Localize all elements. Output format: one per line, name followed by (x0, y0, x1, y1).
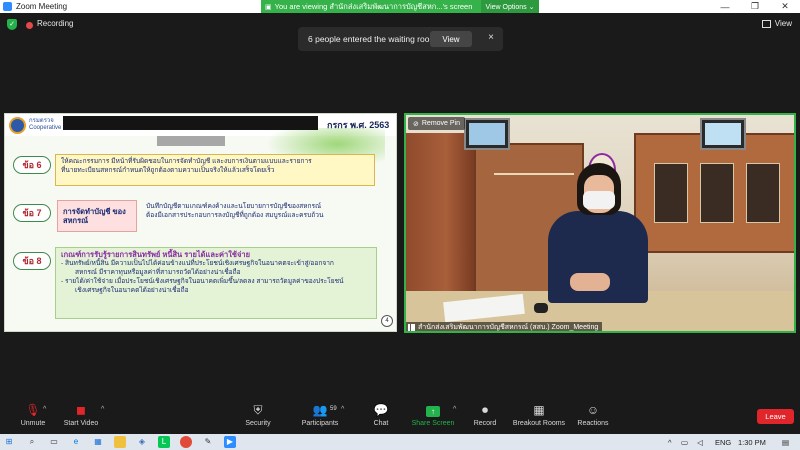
grid-layout-icon (761, 19, 771, 28)
emoji-plus-icon: ☺ (586, 403, 600, 417)
notification-icon[interactable]: ▤ (782, 434, 789, 450)
item-7-line-2: ต้องมีเอกสารประกอบการลงบัญชีที่ถูกต้อง ส… (146, 212, 324, 219)
waiting-room-view-button[interactable]: View (430, 31, 472, 47)
shield-icon: ⛨ (253, 403, 263, 417)
zoom-window: Zoom Meeting — ❐ ✕ ▣ You are viewing สำน… (0, 0, 800, 450)
network-icon[interactable]: ▭ (681, 434, 688, 450)
item-8-line-1: - สินทรัพย์/หนี้สิน มีความเป็นไปได้ค่อนข… (61, 260, 334, 267)
app-grid-icon[interactable]: ▦ (92, 436, 104, 448)
view-layout-button[interactable]: View (761, 19, 792, 28)
task-view-icon[interactable]: ▭ (48, 436, 60, 448)
item-8-box: เกณฑ์การรับรู้รายการสินทรัพย์ หนี้สิน รา… (55, 247, 377, 319)
item-6-box: ให้คณะกรรมการ มีหน้าที่รับผิดชอบในการจัด… (55, 154, 375, 186)
item-7-label: ข้อ 7 (13, 204, 51, 222)
remove-pin-button[interactable]: ⊘ Remove Pin (408, 117, 466, 130)
store-icon[interactable]: ◈ (136, 436, 148, 448)
share-lock-icon: ▣ (265, 3, 272, 11)
signal-bars-icon (408, 324, 415, 331)
leave-meeting-button[interactable]: Leave (757, 409, 794, 424)
file-explorer-icon[interactable] (114, 436, 126, 448)
title-redaction-bar (63, 116, 318, 130)
audio-options-chevron-icon[interactable]: ^ (43, 406, 46, 413)
participants-count: 59 (330, 406, 337, 412)
line-app-icon[interactable]: L (158, 436, 170, 448)
item-6-label: ข้อ 6 (13, 156, 51, 174)
active-speaker-video[interactable]: ⊘ Remove Pin สำนักส่งเสริมพัฒนาการบัญชีส… (404, 113, 796, 333)
cad-logo-icon (9, 117, 26, 134)
encryption-shield-icon[interactable]: ✓ (7, 19, 17, 30)
recording-label: Recording (37, 19, 74, 28)
waiting-room-notification: 6 people entered the waiting room View × (298, 27, 503, 51)
item-8-line-4: เชิงเศรษฐกิจในอนาคตได้อย่างน่าเชื่อถือ (75, 287, 189, 294)
recording-dot-icon (26, 22, 33, 29)
reactions-button[interactable]: ☺ Reactions (560, 402, 626, 432)
item-6-line-1: ให้คณะกรรมการ มีหน้าที่รับผิดชอบในการจัด… (61, 158, 312, 165)
slide-year-title: กรกร พ.ศ. 2563 (327, 120, 390, 130)
item-8-line-2: สหกรณ์ มีราคาทุนหรือมูลค่าที่สามารถวัดได… (75, 269, 241, 276)
windows-taskbar: ⊞ ⌕ ▭ e ▦ ◈ L ✎ ▶ ^ ▭ ◁ ENG 1:30 PM ▤ (0, 434, 800, 450)
close-window-button[interactable]: ✕ (770, 0, 800, 13)
view-label: View (774, 19, 792, 28)
edge-browser-icon[interactable]: e (70, 436, 82, 448)
item-7-box: บันทึกบัญชีตามเกณฑ์คงค้างและนโยบายการบัญ… (141, 200, 375, 232)
grey-placeholder-bar (157, 136, 225, 146)
chrome-icon[interactable] (180, 436, 192, 448)
video-options-chevron-icon[interactable]: ^ (101, 406, 104, 413)
taskbar-clock[interactable]: 1:30 PM (738, 434, 766, 450)
slide-page-number: 4 (381, 315, 393, 327)
tray-chevron-icon[interactable]: ^ (668, 434, 672, 450)
window-title: Zoom Meeting (16, 2, 68, 11)
view-options-button[interactable]: View Options ⌄ (481, 0, 539, 13)
share-banner-text: You are viewing สำนักส่งเสริมพัฒนาการบัญ… (274, 1, 473, 11)
item-8-title: เกณฑ์การรับรู้รายการสินทรัพย์ หนี้สิน รา… (61, 250, 250, 259)
right-cabinet (634, 133, 796, 253)
presenter (542, 153, 652, 303)
participants-chevron-icon[interactable]: ^ (341, 406, 344, 413)
maximize-button[interactable]: ❐ (740, 0, 770, 13)
right-monitor (700, 118, 746, 150)
minimize-button[interactable]: — (710, 0, 740, 13)
item-8-label: ข้อ 8 (13, 252, 51, 270)
security-button[interactable]: ⛨ Security (225, 402, 291, 432)
shared-screen-slide: กรมตรวจ Cooperative กรกร พ.ศ. 2563 ข้อ 6… (4, 113, 397, 332)
pin-icon: ⊘ (413, 120, 419, 128)
close-notification-icon[interactable]: × (488, 32, 494, 43)
meeting-toolbar: 🎙 Unmute ^ ◼ Start Video ^ ⛨ Security 👥 … (0, 400, 800, 434)
zoom-taskbar-icon[interactable]: ▶ (224, 436, 236, 448)
slide-org-name: กรมตรวจ Cooperative (29, 118, 62, 131)
windows-start-icon[interactable]: ⊞ (3, 436, 15, 448)
screen-share-banner: ▣ You are viewing สำนักส่งเสริมพัฒนาการบ… (261, 0, 539, 13)
item-6-line-2: ที่นายทะเบียนสหกรณ์กำหนดให้ถูกต้องตามควา… (61, 167, 275, 174)
left-monitor (464, 118, 510, 150)
misc-app-icon[interactable]: ✎ (202, 436, 214, 448)
microphone (534, 303, 548, 313)
share-arrow-icon: ↑ (426, 406, 440, 417)
item-7-title: การจัดทำบัญชี ของสหกรณ์ (57, 200, 137, 232)
volume-icon[interactable]: ◁ (697, 434, 703, 450)
waiting-room-message: 6 people entered the waiting room (308, 34, 437, 44)
item-8-line-3: - รายได้/ค่าใช้จ่าย เมื่อประโยชน์เชิงเศร… (61, 278, 344, 285)
participant-name-tag: สำนักส่งเสริมพัฒนาการบัญชีสหกรณ์ (สสบ.) … (404, 322, 603, 333)
input-language[interactable]: ENG (715, 434, 731, 450)
item-7-line-1: บันทึกบัญชีตามเกณฑ์คงค้างและนโยบายการบัญ… (146, 203, 322, 210)
taskbar-search-icon[interactable]: ⌕ (26, 436, 38, 448)
zoom-logo-icon (3, 2, 12, 11)
